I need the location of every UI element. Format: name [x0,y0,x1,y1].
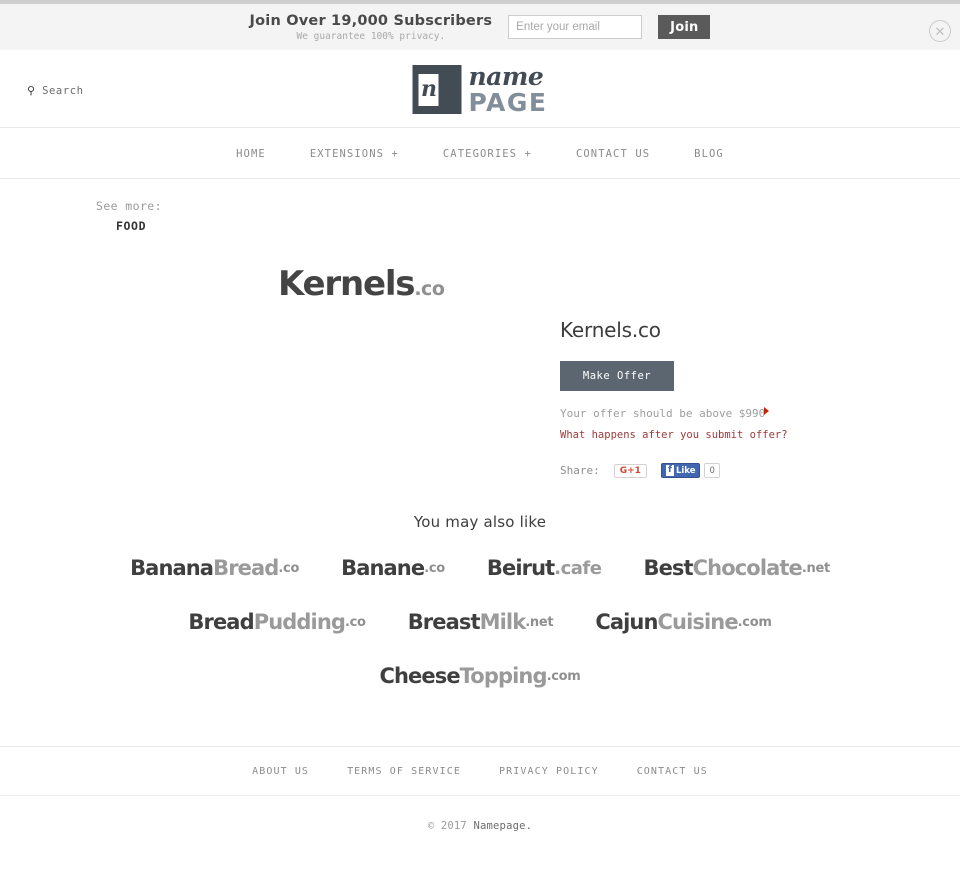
nav-item-categories[interactable]: CATEGORIES + [443,148,532,160]
page-title: Kernels.co [560,318,661,342]
offer-minimum-note: Your offer should be above $990 [560,405,775,422]
logo-mark-icon: n [412,65,462,114]
related-section-title: You may also like [413,513,547,531]
site-logo[interactable]: n name PAGE [412,62,548,117]
offer-minimum-text: Your offer should be above $990 [560,407,766,420]
related-name-dark: Cheese [379,664,460,688]
footer-link-about-us[interactable]: ABOUT US [252,766,309,777]
search-label: Search [42,84,84,97]
footer-copyright-area: © 2017 Namepage. [0,796,960,896]
nav-item-contact-us[interactable]: CONTACT US [576,148,650,160]
list-item[interactable]: Banana Bread .co [130,548,299,588]
offer-info-link[interactable]: What happens after you submit offer? [560,429,820,441]
related-name-gray: Milk [479,610,527,634]
share-row: Share: G+1 f Like 0 [560,463,820,478]
facebook-like-button[interactable]: f Like [660,463,701,478]
facebook-icon: f [665,465,674,476]
make-offer-button[interactable]: Make Offer [560,361,674,391]
related-tld: .cafe [554,557,602,579]
see-more-category[interactable]: FOOD [116,219,162,233]
related-name-dark: Bread [188,610,254,634]
footer-link-contact-us[interactable]: CONTACT US [637,766,708,777]
list-item[interactable]: Bread Pudding .co [188,602,366,642]
list-item[interactable]: Best Chocolate .net [643,548,830,588]
footer-link-terms-of-service[interactable]: TERMS OF SERVICE [347,766,461,777]
related-name-dark: Beirut [486,556,555,580]
list-item[interactable]: Beirut .cafe [487,548,602,588]
red-arrow-icon [764,407,769,415]
nav-item-blog[interactable]: BLOG [694,148,724,160]
offer-panel: Kernels.co Make Offer Your offer should … [560,318,820,478]
list-item[interactable]: Cajun Cuisine .com [595,602,772,642]
facebook-like-count: 0 [704,463,720,478]
list-item[interactable]: Cheese Topping .com [379,656,580,696]
related-name-gray: Cuisine [657,610,739,634]
copyright-prefix: © 2017 [427,820,474,832]
nav-item-extensions[interactable]: EXTENSIONS + [310,148,399,160]
related-name-dark: Banane [341,556,425,580]
list-item[interactable]: Banane .co [341,548,445,588]
google-plus-share-button[interactable]: G+1 [613,463,647,478]
email-field[interactable] [508,15,643,39]
logo-name-text: name [468,62,544,91]
related-name-gray: Topping [459,664,548,688]
footer-link-privacy-policy[interactable]: PRIVACY POLICY [499,766,599,777]
related-tld: .net [801,560,830,576]
related-tld: .co [424,560,445,576]
related-tld: .co [345,614,366,630]
related-tld: .com [737,614,772,630]
related-name-dark: Best [643,556,693,580]
related-name-gray: Chocolate [692,556,803,580]
hero-logo-name: Kernels [278,264,416,304]
related-name-dark: Banana [130,556,214,580]
share-label: Share: [560,464,600,477]
nav-item-home[interactable]: HOME [236,148,266,160]
domain-hero-logo: Kernels.co [278,264,445,304]
logo-page-text: PAGE [468,88,548,117]
related-tld: .co [278,560,300,576]
subscribe-copy: Join Over 19,000 Subscribers We guarante… [250,13,493,42]
subscribe-subline: We guarantee 100% privacy. [296,30,446,42]
related-name-dark: Breast [407,610,481,634]
see-more-block: See more: FOOD [96,199,162,233]
site-header: ⚲ Search n name PAGE f 🐦 [0,50,960,146]
facebook-like-label: Like [675,465,696,476]
footer-navigation: ABOUT US TERMS OF SERVICE PRIVACY POLICY… [0,746,960,796]
facebook-like-widget[interactable]: f Like 0 [660,463,720,478]
subscribe-headline: Join Over 19,000 Subscribers [249,12,493,29]
related-domains-list: Banana Bread .co Banane .co Beirut .cafe Bes… [96,548,864,696]
hero-logo-tld: .co [414,278,445,300]
close-circle-icon[interactable]: ✕ [929,20,951,42]
search-button[interactable]: ⚲ Search [27,84,84,97]
see-more-label: See more: [96,199,162,213]
join-button[interactable]: Join [658,15,711,39]
related-tld: .com [546,668,581,684]
related-name-gray: Bread [213,556,279,580]
related-name-gray: Pudding [253,610,346,634]
subscribe-banner: Join Over 19,000 Subscribers We guarante… [0,4,960,50]
copyright-text: © 2017 Namepage. [428,820,532,832]
main-navigation: HOME EXTENSIONS + CATEGORIES + CONTACT U… [0,129,960,179]
list-item[interactable]: Breast Milk .net [408,602,554,642]
copyright-brand: Namepage. [473,820,533,832]
related-name-dark: Cajun [595,610,658,634]
related-tld: .net [525,614,554,630]
search-icon: ⚲ [27,84,36,97]
